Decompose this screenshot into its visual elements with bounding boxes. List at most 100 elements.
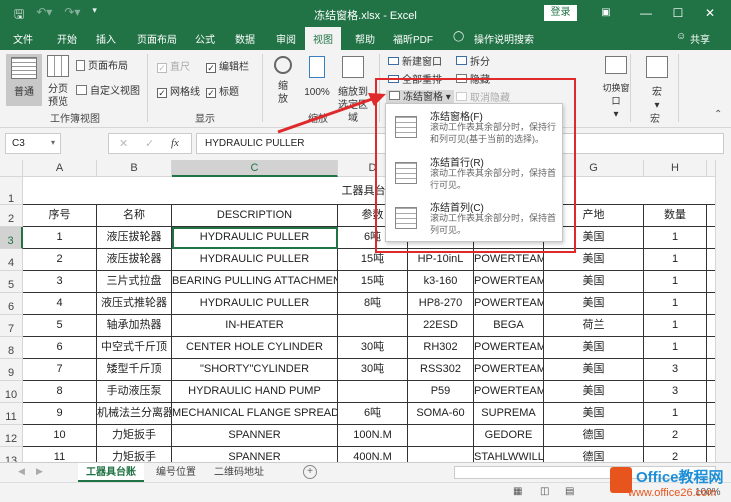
- row-header[interactable]: 6: [0, 293, 23, 315]
- row-header[interactable]: 4: [0, 249, 23, 271]
- table-cell[interactable]: [408, 425, 474, 447]
- scroll-left-icon[interactable]: ◀: [18, 466, 25, 477]
- row-header[interactable]: 8: [0, 337, 23, 359]
- table-cell[interactable]: 三片式拉盘: [97, 271, 172, 293]
- column-header[interactable]: C: [172, 160, 338, 177]
- page-layout-button[interactable]: 页面布局: [76, 60, 128, 73]
- row-header[interactable]: 11: [0, 403, 23, 425]
- table-cell[interactable]: 7: [23, 359, 97, 381]
- table-cell[interactable]: SUPREMA: [474, 403, 544, 425]
- page-break-preview-button[interactable]: 分页 预览: [45, 54, 71, 108]
- name-box[interactable]: C3 ▾: [5, 133, 61, 154]
- table-cell[interactable]: 矮型千斤顶: [97, 359, 172, 381]
- table-cell[interactable]: 22ESD: [408, 315, 474, 337]
- cancel-icon[interactable]: ✕: [119, 137, 128, 150]
- table-cell[interactable]: 美国: [544, 381, 644, 403]
- table-cell[interactable]: 轴承加热器: [97, 315, 172, 337]
- table-cell[interactable]: BEARING PULLING ATTACHMENT: [172, 271, 338, 293]
- freeze-first-column-option[interactable]: 冻结首列(C) 滚动工作表其余部分时，保持首列可见。: [386, 197, 562, 242]
- table-cell[interactable]: 11: [23, 447, 97, 462]
- table-cell[interactable]: 4: [23, 293, 97, 315]
- row-header[interactable]: 7: [0, 315, 23, 337]
- table-cell[interactable]: MECHANICAL FLANGE SPREADER: [172, 403, 338, 425]
- freeze-top-row-option[interactable]: 冻结首行(R) 滚动工作表其余部分时，保持首行可见。: [386, 152, 562, 197]
- table-cell[interactable]: IN-HEATER: [172, 315, 338, 337]
- table-cell[interactable]: HYDRAULIC PULLER: [172, 293, 338, 315]
- table-cell[interactable]: P59: [408, 381, 474, 403]
- table-cell[interactable]: SOMA-60: [408, 403, 474, 425]
- minimize-icon[interactable]: —: [636, 3, 656, 23]
- sheet-tab-tool-ledger[interactable]: 工器具台账: [78, 463, 144, 482]
- gridlines-checkbox[interactable]: ✓ 网格线: [157, 86, 200, 99]
- table-cell[interactable]: 机械法兰分离器: [97, 403, 172, 425]
- tab-data[interactable]: 数据: [235, 31, 255, 46]
- table-cell[interactable]: 1: [23, 227, 97, 249]
- row-header[interactable]: 2: [0, 205, 23, 227]
- table-cell[interactable]: 德国: [544, 447, 644, 462]
- table-cell[interactable]: 1: [644, 249, 707, 271]
- insert-function-icon[interactable]: fx: [171, 137, 179, 149]
- scroll-right-icon[interactable]: ▶: [36, 466, 43, 477]
- table-cell[interactable]: 5: [23, 315, 97, 337]
- vertical-scrollbar[interactable]: [715, 160, 731, 462]
- row-header[interactable]: 5: [0, 271, 23, 293]
- custom-views-button[interactable]: 自定义视图: [76, 85, 140, 98]
- table-cell[interactable]: 6: [23, 337, 97, 359]
- table-cell[interactable]: 3: [644, 359, 707, 381]
- table-cell[interactable]: 2: [23, 249, 97, 271]
- table-cell[interactable]: [338, 381, 408, 403]
- table-cell[interactable]: 美国: [544, 359, 644, 381]
- formula-bar-checkbox[interactable]: ✓ 编辑栏: [206, 61, 249, 74]
- table-cell[interactable]: POWERTEAM: [474, 337, 544, 359]
- table-cell[interactable]: 100N.M: [338, 425, 408, 447]
- table-cell[interactable]: 1: [644, 403, 707, 425]
- normal-view-icon[interactable]: ▦: [513, 486, 522, 497]
- table-cell[interactable]: 2: [644, 425, 707, 447]
- table-cell[interactable]: 中空式千斤顶: [97, 337, 172, 359]
- row-header[interactable]: 10: [0, 381, 23, 403]
- table-cell[interactable]: 德国: [544, 425, 644, 447]
- table-cell[interactable]: 手动液压泵: [97, 381, 172, 403]
- row-header[interactable]: 12: [0, 425, 23, 447]
- row-header[interactable]: 1: [0, 177, 23, 205]
- table-cell[interactable]: 力矩扳手: [97, 447, 172, 462]
- select-all-corner[interactable]: [0, 160, 23, 177]
- share-button[interactable]: 共享: [690, 31, 710, 46]
- switch-windows-button[interactable]: 切换窗口 ▾: [601, 54, 631, 121]
- table-cell[interactable]: 数量: [644, 205, 707, 227]
- sheet-tab-number-location[interactable]: 编号位置: [148, 463, 204, 482]
- table-cell[interactable]: 美国: [544, 337, 644, 359]
- table-cell[interactable]: STAHLWWILLE: [474, 447, 544, 462]
- add-sheet-icon[interactable]: +: [303, 465, 317, 479]
- table-cell[interactable]: CENTER HOLE CYLINDER: [172, 337, 338, 359]
- table-cell[interactable]: 美国: [544, 403, 644, 425]
- table-cell[interactable]: 2: [644, 447, 707, 462]
- new-window-button[interactable]: 新建窗口: [388, 56, 442, 69]
- table-cell[interactable]: 1: [644, 271, 707, 293]
- normal-view-button[interactable]: 普通: [6, 54, 42, 106]
- login-button[interactable]: 登录: [544, 5, 577, 21]
- table-cell[interactable]: SPANNER: [172, 425, 338, 447]
- table-cell[interactable]: 30吨: [338, 337, 408, 359]
- tab-view[interactable]: 视图: [305, 27, 341, 50]
- ruler-checkbox[interactable]: ✓ 直尺: [157, 61, 190, 74]
- table-cell[interactable]: BEGA: [474, 315, 544, 337]
- page-layout-view-icon[interactable]: ◫: [540, 486, 549, 497]
- collapse-ribbon-icon[interactable]: ⌃: [714, 108, 722, 121]
- table-cell[interactable]: k3-160: [408, 271, 474, 293]
- table-cell[interactable]: 6吨: [338, 403, 408, 425]
- table-cell[interactable]: 液压式推轮器: [97, 293, 172, 315]
- worksheet-grid[interactable]: ABCDEFGHI1工器具台账2序号名称DESCRIPTION参数产地数量备31…: [0, 160, 731, 462]
- sheet-title-cell[interactable]: 工器具台账: [23, 177, 715, 205]
- table-cell[interactable]: RSS302: [408, 359, 474, 381]
- tab-formulas[interactable]: 公式: [195, 31, 215, 46]
- table-cell[interactable]: 液压拔轮器: [97, 227, 172, 249]
- table-cell[interactable]: 8: [23, 381, 97, 403]
- table-cell[interactable]: 1: [644, 315, 707, 337]
- table-cell[interactable]: 3: [23, 271, 97, 293]
- table-cell[interactable]: GEDORE: [474, 425, 544, 447]
- table-cell[interactable]: HYDRAULIC PULLER: [172, 249, 338, 271]
- table-cell[interactable]: 美国: [544, 271, 644, 293]
- confirm-icon[interactable]: ✓: [145, 137, 154, 150]
- table-cell[interactable]: [338, 315, 408, 337]
